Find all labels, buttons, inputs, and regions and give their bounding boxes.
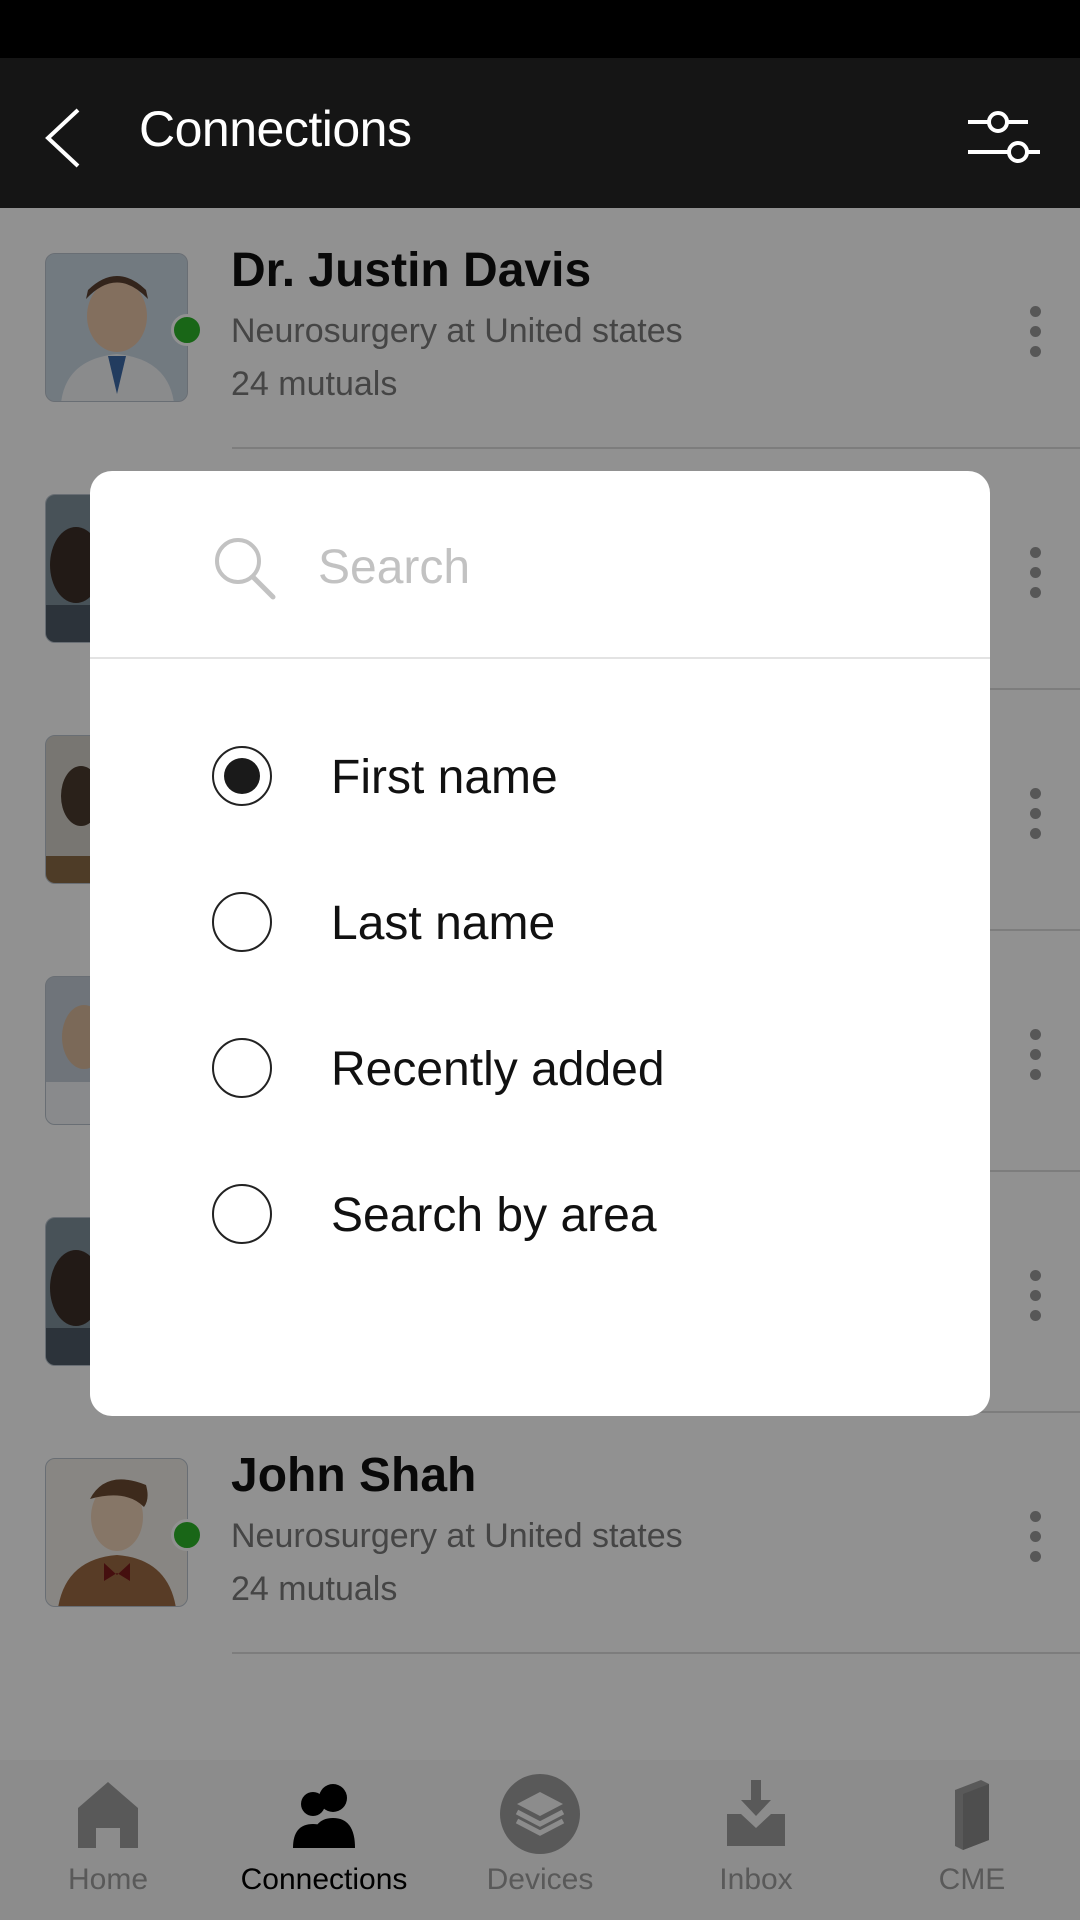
sort-option-search-by-area[interactable]: Search by area — [90, 1154, 990, 1274]
radio-button[interactable] — [212, 1184, 272, 1244]
sort-dialog: First name Last name Recently added Sear… — [90, 471, 990, 1416]
option-label: Recently added — [331, 1043, 665, 1096]
dialog-search — [90, 471, 990, 657]
app-root: Connections Dr. Justin Davis Neurosurger… — [0, 0, 1080, 1920]
back-button[interactable] — [36, 98, 116, 178]
option-label: Search by area — [331, 1189, 657, 1242]
radio-button[interactable] — [212, 892, 272, 952]
radio-button[interactable] — [212, 1038, 272, 1098]
search-icon — [215, 538, 276, 600]
filter-button[interactable] — [964, 102, 1044, 174]
filter-sliders-icon — [968, 111, 1040, 163]
option-label: Last name — [331, 897, 556, 950]
sort-option-last-name[interactable]: Last name — [90, 862, 990, 982]
status-bar — [0, 0, 1080, 58]
search-input[interactable] — [318, 531, 918, 603]
chevron-left-icon — [45, 108, 80, 168]
radio-button-selected[interactable] — [212, 746, 272, 806]
sort-option-first-name[interactable]: First name — [90, 716, 990, 836]
sort-option-recently-added[interactable]: Recently added — [90, 1008, 990, 1128]
option-label: First name — [331, 751, 558, 804]
page-title: Connections — [139, 101, 412, 157]
app-header: Connections — [0, 58, 1080, 208]
dialog-divider — [90, 657, 990, 659]
